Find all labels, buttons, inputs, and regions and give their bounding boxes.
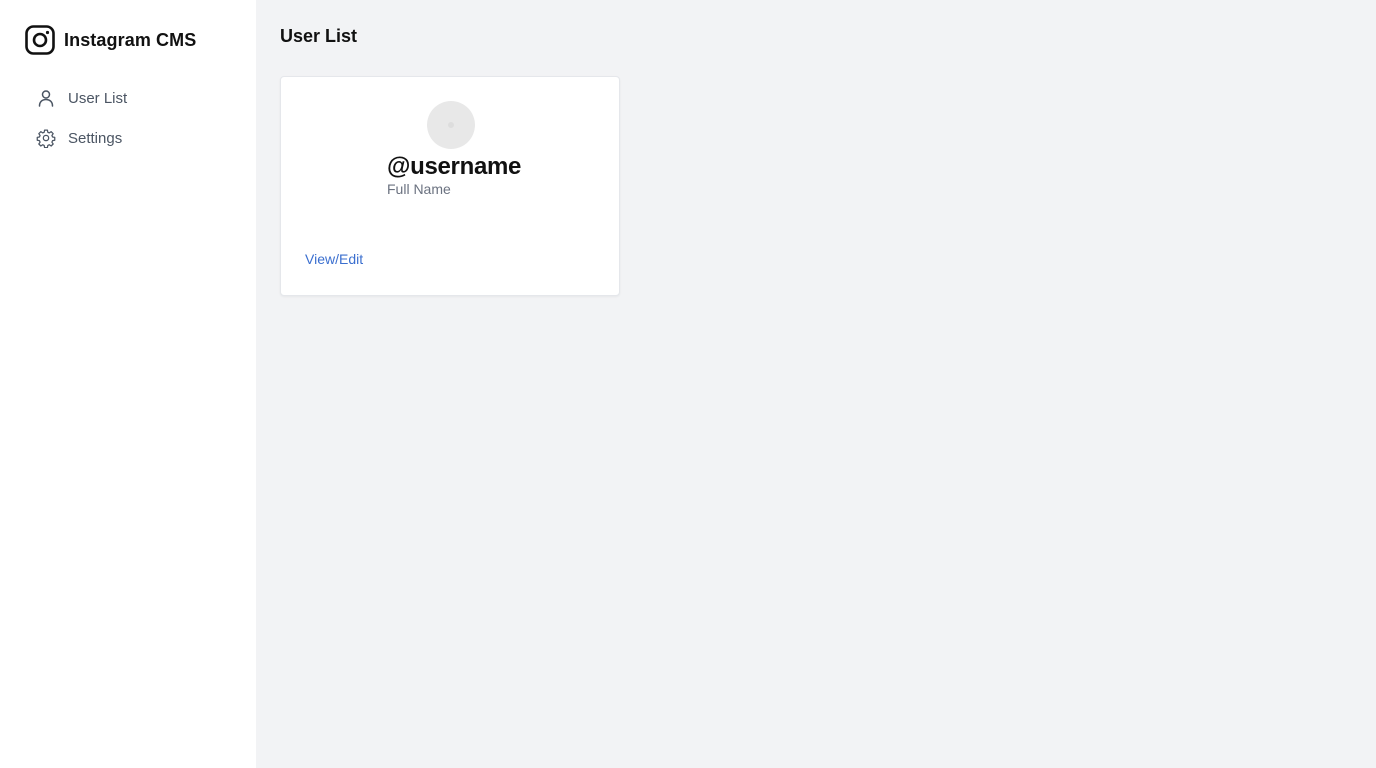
brand[interactable]: Instagram CMS (24, 24, 196, 56)
gear-icon (36, 128, 56, 148)
instagram-icon (24, 24, 56, 56)
sidebar-item-settings[interactable]: Settings (24, 118, 240, 158)
avatar (427, 101, 475, 149)
page-title: User List (280, 26, 358, 46)
sidebar-item-label: User List (68, 89, 128, 107)
sidebar-nav: User List Settings (24, 78, 240, 158)
user-icon (36, 88, 56, 108)
sidebar-item-label: Settings (68, 129, 123, 147)
main-content: User List @username Full Name View/Edit (256, 0, 1376, 768)
view-edit-link[interactable]: View/Edit (305, 251, 363, 267)
brand-title: Instagram CMS (64, 29, 197, 50)
avatar-placeholder-icon (448, 122, 454, 128)
app-root: Instagram CMS User List Settings User Li… (0, 0, 1376, 768)
sidebar-item-user-list[interactable]: User List (24, 78, 240, 118)
sidebar: Instagram CMS User List Settings (0, 0, 256, 768)
user-card: @username Full Name View/Edit (280, 76, 620, 296)
full-name: Full Name (387, 181, 451, 197)
username: @username (387, 153, 522, 180)
